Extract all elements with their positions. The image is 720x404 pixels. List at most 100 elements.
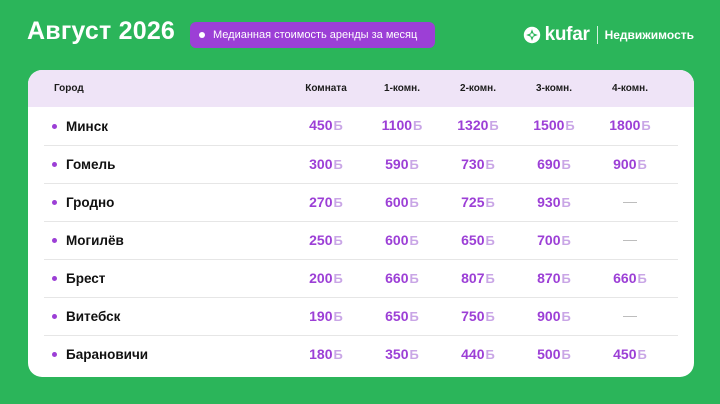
city-cell: Гродно [44,195,288,210]
price-amount: 1500 [533,117,565,133]
currency-symbol: Ƃ [489,118,499,133]
column-header-1room: 1-комн. [384,83,420,94]
price-cell: 250 Ƃ [288,232,364,250]
price-value: 180 Ƃ [309,346,343,362]
price-amount: 300 [309,155,333,172]
table-row: Барановичи 180 Ƃ 350 Ƃ 440 Ƃ 500 Ƃ 450 Ƃ [44,335,678,373]
price-cell: 700 Ƃ [516,232,592,250]
price-value: 650 Ƃ [461,232,495,248]
price-value: 690 Ƃ [537,156,571,172]
price-value: 1100 Ƃ [382,117,423,133]
price-value: 200 Ƃ [309,270,343,286]
city-cell: Брест [44,271,288,286]
table-row: Брест 200 Ƃ 660 Ƃ 807 Ƃ 870 Ƃ 660 Ƃ [44,259,678,297]
currency-symbol: Ƃ [561,232,571,248]
column-header-4room: 4-комн. [612,83,648,94]
price-cell: 650 Ƃ [440,232,516,250]
price-value: 1500 Ƃ [533,117,575,133]
rent-table: Город Комната 1-комн. 2-комн. 3-комн. 4-… [28,70,694,377]
table-row: Гродно 270 Ƃ 600 Ƃ 725 Ƃ 930 Ƃ [44,183,678,221]
currency-symbol: Ƃ [413,118,423,133]
price-cell [592,308,668,326]
kufar-logo-icon [523,26,540,44]
currency-symbol: Ƃ [409,346,419,362]
currency-symbol: Ƃ [409,156,419,172]
bullet-dot [52,352,57,357]
currency-symbol: Ƃ [485,156,495,172]
currency-symbol: Ƃ [561,156,571,172]
bullet-dot [52,123,57,129]
price-amount: 190 [309,307,333,324]
price-cell: 450 Ƃ [592,346,668,364]
price-value: 900 Ƃ [613,156,647,172]
price-cell: 450 Ƃ [288,117,364,135]
table-header: Город Комната 1-комн. 2-комн. 3-комн. 4-… [28,70,694,107]
price-amount: 900 [613,155,637,172]
currency-symbol: Ƃ [485,270,495,286]
price-amount: 750 [461,307,485,324]
currency-symbol: Ƃ [485,232,495,248]
price-value: 730 Ƃ [461,156,495,172]
price-amount: 450 [613,345,637,362]
price-amount: 660 [613,269,637,286]
price-amount: 730 [461,155,485,172]
currency-symbol: Ƃ [641,118,651,133]
price-value: 450 Ƃ [309,117,343,133]
currency-symbol: Ƃ [409,308,419,324]
price-amount: 270 [309,193,333,210]
price-amount: 650 [461,231,485,248]
price-amount: 180 [309,345,333,362]
price-amount: 600 [385,231,409,248]
price-cell [592,194,668,212]
table-row: Могилёв 250 Ƃ 600 Ƃ 650 Ƃ 700 Ƃ [44,221,678,259]
price-value: 660 Ƃ [385,270,419,286]
price-cell: 870 Ƃ [516,270,592,288]
empty-value-dash [623,315,637,318]
price-value: 450 Ƃ [613,346,647,362]
price-value: 660 Ƃ [613,270,647,286]
city-name: Гомель [66,157,116,172]
currency-symbol: Ƃ [637,156,647,172]
price-value: 700 Ƃ [537,232,571,248]
city-cell: Барановичи [44,347,288,362]
currency-symbol: Ƃ [561,194,571,210]
subtitle-badge: Медианная стоимость аренды за месяц [190,22,435,48]
price-amount: 250 [309,231,333,248]
price-amount: 900 [537,307,561,324]
brand-section: Недвижимость [604,28,694,42]
currency-symbol: Ƃ [485,346,495,362]
currency-symbol: Ƃ [485,194,495,210]
brand-divider [596,26,598,44]
price-cell: 660 Ƃ [364,270,440,288]
subtitle-text: Медианная стоимость аренды за месяц [213,29,418,41]
bullet-dot [199,32,205,38]
price-amount: 690 [537,155,561,172]
price-cell: 730 Ƃ [440,156,516,174]
price-amount: 1320 [457,117,489,133]
price-value: 600 Ƃ [385,232,419,248]
currency-symbol: Ƃ [333,156,343,172]
currency-symbol: Ƃ [409,270,419,286]
city-name: Брест [66,271,106,286]
price-amount: 725 [461,193,485,210]
currency-symbol: Ƃ [333,194,343,210]
price-value: 500 Ƃ [537,346,571,362]
price-amount: 700 [537,231,561,248]
price-cell: 1320 Ƃ [440,117,516,135]
price-amount: 1100 [381,117,413,133]
table-body: Минск 450 Ƃ 1100 Ƃ 1320 Ƃ 1500 Ƃ 1800 Ƃ Гомель 300 Ƃ 5… [28,107,694,373]
price-value: 930 Ƃ [537,194,571,210]
price-cell: 1100 Ƃ [364,117,440,135]
column-header-3room: 3-комн. [536,83,572,94]
price-value: 590 Ƃ [385,156,419,172]
price-cell: 930 Ƃ [516,194,592,212]
bullet-dot [52,162,57,167]
price-cell: 440 Ƃ [440,346,516,364]
bullet-dot [52,238,57,243]
column-header-room: Комната [305,83,347,94]
price-value: 350 Ƃ [385,346,419,362]
city-cell: Могилёв [44,233,288,248]
brand-name: kufar [544,24,590,45]
price-amount: 930 [537,193,561,210]
price-cell: 190 Ƃ [288,308,364,326]
